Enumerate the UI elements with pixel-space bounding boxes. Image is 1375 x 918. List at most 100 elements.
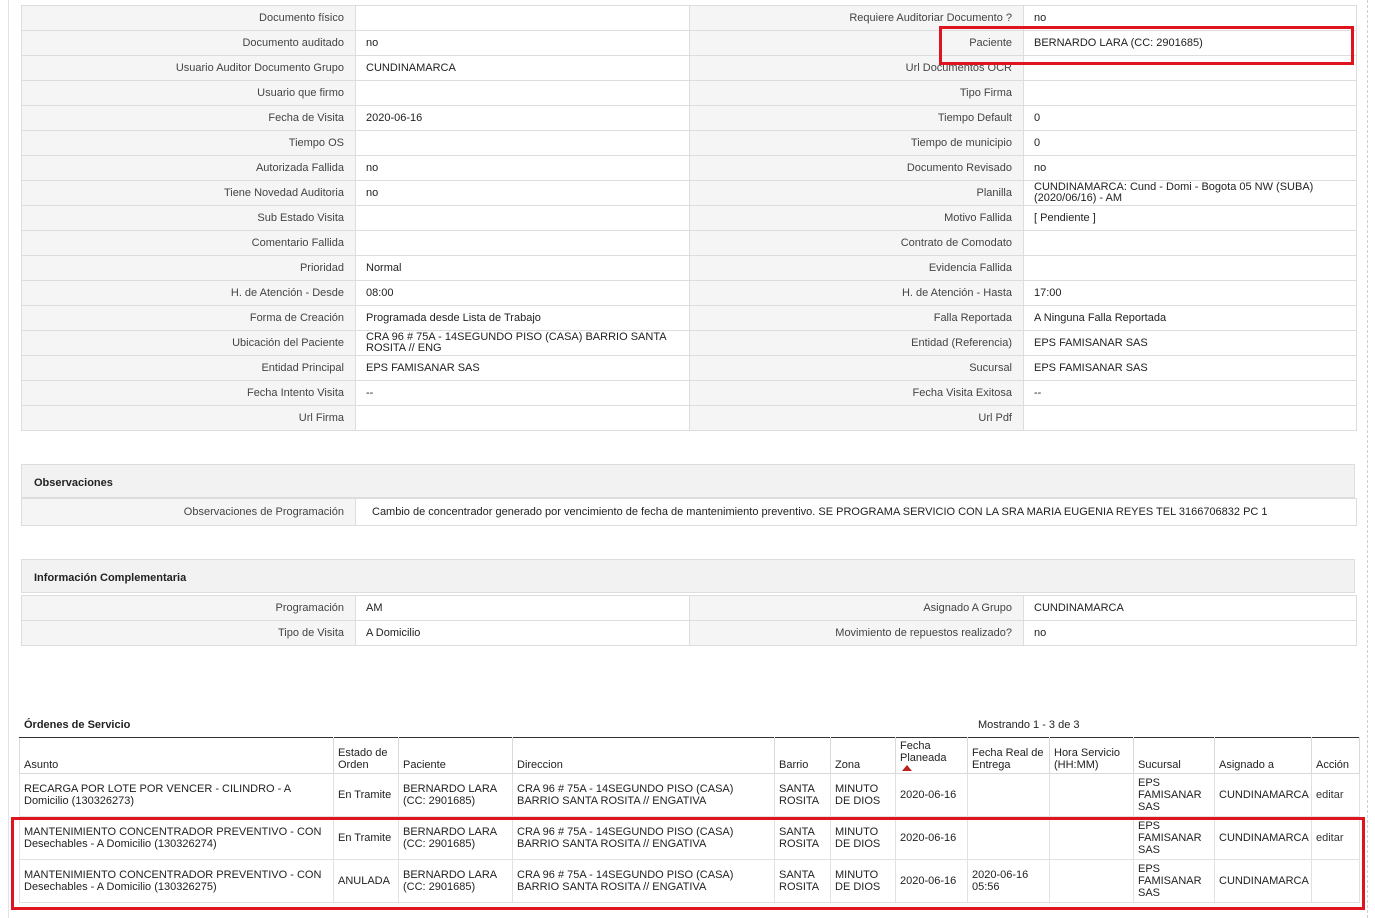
- order-fecha-real: [967, 773, 1050, 817]
- order-sucursal: EPS FAMISANAR SAS: [1133, 816, 1215, 860]
- orders-table: Asunto Estado de Orden Paciente Direccio…: [19, 737, 1360, 903]
- detail-row: Documento auditado no Paciente BERNARDO LAR…: [21, 31, 1357, 56]
- detail-row: Url Firma Url Pdf: [21, 406, 1357, 431]
- order-zona-text: MINUTO DE DIOS: [835, 869, 881, 893]
- movimiento-de-repuestos-realizado-value: no: [1023, 621, 1357, 645]
- prioridad-value: Normal: [355, 256, 689, 280]
- tiempo-de-municipio-value: 0: [1023, 131, 1357, 155]
- col-fecha-planeada[interactable]: Fecha Planeada: [895, 737, 968, 774]
- order-fecha-planeada: 2020-06-16: [895, 816, 968, 860]
- fecha-intento-visita-label: Fecha Intento Visita: [21, 381, 355, 405]
- order-direccion-text: CRA 96 # 75A - 14SEGUNDO PISO (CASA) BAR…: [517, 826, 734, 850]
- edit-order-link[interactable]: editar: [1316, 789, 1344, 801]
- requiere-auditoriar-documento-value: no: [1023, 6, 1357, 30]
- order-fecha-real: [967, 816, 1050, 860]
- planilla-label: Planilla: [689, 181, 1023, 205]
- col-estado[interactable]: Estado de Orden: [333, 737, 399, 774]
- order-hora-servicio: [1049, 859, 1134, 903]
- asignado-a-grupo-label: Asignado A Grupo: [689, 596, 1023, 620]
- order-zona: MINUTO DE DIOS: [830, 773, 896, 817]
- evidencia-fallida-value: [1023, 256, 1357, 280]
- col-sucursal[interactable]: Sucursal: [1133, 737, 1215, 774]
- detail-row: Prioridad Normal Evidencia Fallida: [21, 256, 1357, 281]
- tiempo-de-municipio-label: Tiempo de municipio: [689, 131, 1023, 155]
- order-asignado-text: CUNDINAMARCA: [1219, 789, 1309, 801]
- detail-row: Comentario Fallida Contrato de Comodato: [21, 231, 1357, 256]
- col-barrio[interactable]: Barrio: [774, 737, 831, 774]
- tiene-novedad-auditoria-value: no: [355, 181, 689, 205]
- edit-order-link[interactable]: editar: [1316, 832, 1344, 844]
- motivo-fallida-label: Motivo Fallida: [689, 206, 1023, 230]
- tipo-firma-value: [1023, 81, 1357, 105]
- col-fecha-real[interactable]: Fecha Real de Entrega: [967, 737, 1050, 774]
- detail-row: Tipo de Visita A Domicilio Movimiento de r…: [21, 621, 1357, 646]
- sub-estado-visita-value: [355, 206, 689, 230]
- fecha-de-visita-value: 2020-06-16: [355, 106, 689, 130]
- order-barrio: SANTA ROSITA: [774, 773, 831, 817]
- detail-row: Sub Estado Visita Motivo Fallida[ Pendien…: [21, 206, 1357, 231]
- usuario-que-firmo-label: Usuario que firmo: [21, 81, 355, 105]
- order-estado-text: En Tramite: [338, 789, 392, 801]
- order-sucursal: EPS FAMISANAR SAS: [1133, 859, 1215, 903]
- order-zona-text: MINUTO DE DIOS: [835, 783, 881, 807]
- ubicacion-del-paciente-label: Ubicación del Paciente: [21, 331, 355, 355]
- detail-row: Usuario que firmo Tipo Firma: [21, 81, 1357, 106]
- order-asunto: RECARGA POR LOTE POR VENCER - CILINDRO -…: [19, 773, 334, 817]
- tipo-de-visita-label: Tipo de Visita: [21, 621, 355, 645]
- detail-row: Fecha de Visita 2020-06-16 Tiempo Default 0: [21, 106, 1357, 131]
- usuario-auditor-documento-grupo-label: Usuario Auditor Documento Grupo: [21, 56, 355, 80]
- order-asunto-text: MANTENIMIENTO CONCENTRADOR PREVENTIVO - …: [24, 826, 322, 850]
- order-direccion-text: CRA 96 # 75A - 14SEGUNDO PISO (CASA) BAR…: [517, 869, 734, 893]
- order-asignado: CUNDINAMARCA: [1214, 773, 1312, 817]
- forma-de-creacion-label: Forma de Creación: [21, 306, 355, 330]
- col-zona[interactable]: Zona: [830, 737, 896, 774]
- documento-fisico-value: [355, 6, 689, 30]
- observaciones-header: Observaciones: [21, 464, 1355, 498]
- detail-row: Tiempo OS Tiempo de municipio 0: [21, 131, 1357, 156]
- sucursal-value: EPS FAMISANAR SAS: [1023, 356, 1357, 380]
- col-hora-servicio[interactable]: Hora Servicio (HH:MM): [1049, 737, 1134, 774]
- h-de-atencion-desde-value: 08:00: [355, 281, 689, 305]
- order-asunto-text: MANTENIMIENTO CONCENTRADOR PREVENTIVO - …: [24, 869, 322, 893]
- order-fecha-planeada-text: 2020-06-16: [900, 875, 957, 887]
- fecha-visita-exitosa-value: --: [1023, 381, 1357, 405]
- col-asunto[interactable]: Asunto: [19, 737, 334, 774]
- order-asunto-text: RECARGA POR LOTE POR VENCER - CILINDRO -…: [24, 783, 291, 807]
- sub-estado-visita-label: Sub Estado Visita: [21, 206, 355, 230]
- url-firma-value: [355, 406, 689, 430]
- order-fecha-real: 2020-06-16 05:56: [967, 859, 1050, 903]
- col-paciente[interactable]: Paciente: [398, 737, 513, 774]
- order-estado-text: ANULADA: [338, 875, 390, 887]
- order-direccion: CRA 96 # 75A - 14SEGUNDO PISO (CASA) BAR…: [512, 859, 775, 903]
- order-zona: MINUTO DE DIOS: [830, 859, 896, 903]
- detail-row: Autorizada Fallida no Documento Revisado no: [21, 156, 1357, 181]
- asignado-a-grupo-value: CUNDINAMARCA: [1023, 596, 1357, 620]
- order-hora-servicio: [1049, 816, 1134, 860]
- order-direccion: CRA 96 # 75A - 14SEGUNDO PISO (CASA) BAR…: [512, 773, 775, 817]
- order-sucursal-text: EPS FAMISANAR SAS: [1138, 820, 1202, 856]
- col-asignado[interactable]: Asignado a: [1214, 737, 1312, 774]
- order-hora-servicio: [1049, 773, 1134, 817]
- order-asignado: CUNDINAMARCA: [1214, 859, 1312, 903]
- documento-auditado-value: no: [355, 31, 689, 55]
- complementaria-grid: Programación AM Asignado A Grupo CUNDINAMAR…: [21, 595, 1357, 646]
- order-zona: MINUTO DE DIOS: [830, 816, 896, 860]
- detail-row: Fecha Intento Visita -- Fecha Visita Exito…: [21, 381, 1357, 406]
- order-fecha-planeada: 2020-06-16: [895, 859, 968, 903]
- observaciones-label: Observaciones de Programación: [21, 499, 355, 525]
- observaciones-title: Observaciones: [34, 477, 113, 489]
- col-direccion[interactable]: Direccion: [512, 737, 775, 774]
- order-estado: ANULADA: [333, 859, 399, 903]
- detail-row: Ubicación del Paciente CRA 96 # 75A - 14S…: [21, 331, 1357, 356]
- tiene-novedad-auditoria-label: Tiene Novedad Auditoria: [21, 181, 355, 205]
- complementaria-header: Información Complementaria: [21, 559, 1355, 593]
- entidad-referencia-value: EPS FAMISANAR SAS: [1023, 331, 1357, 355]
- documento-fisico-label: Documento físico: [21, 6, 355, 30]
- contrato-de-comodato-value: [1023, 231, 1357, 255]
- falla-reportada-label: Falla Reportada: [689, 306, 1023, 330]
- comentario-fallida-value: [355, 231, 689, 255]
- detail-row: Forma de Creación Programada desde Lista …: [21, 306, 1357, 331]
- order-estado: En Tramite: [333, 773, 399, 817]
- order-accion: editar: [1311, 816, 1360, 860]
- documento-revisado-label: Documento Revisado: [689, 156, 1023, 180]
